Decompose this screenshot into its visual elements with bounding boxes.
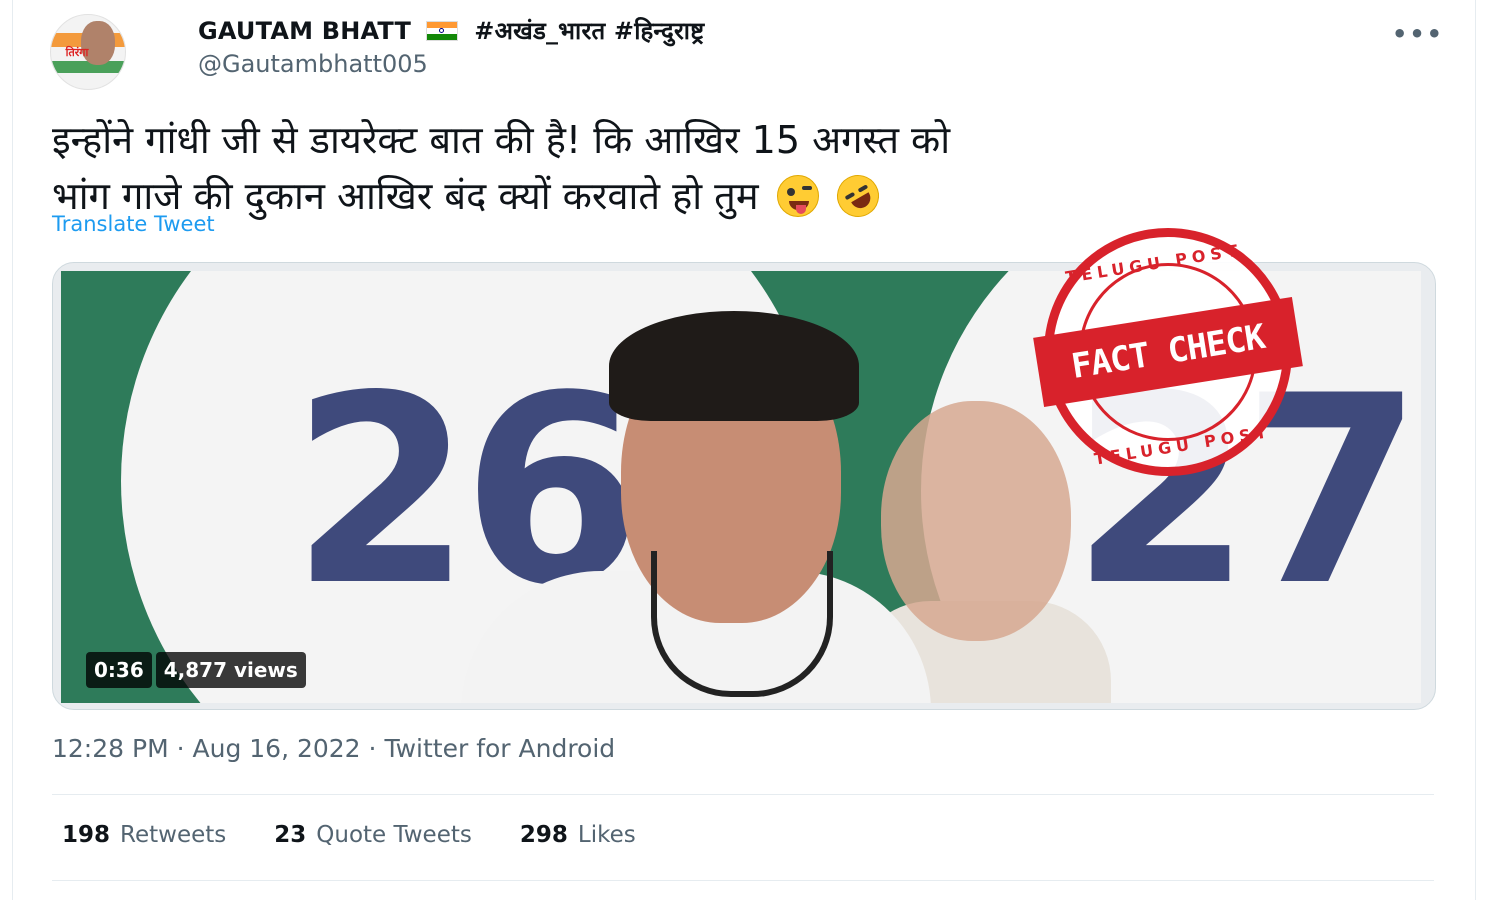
author-name-line[interactable]: GAUTAM BHATT #अखंड_भारत #हिन्दुराष्ट्र — [198, 14, 704, 47]
microphone-cable — [651, 551, 833, 697]
likes-label: Likes — [577, 822, 636, 848]
more-options-icon[interactable]: ••• — [1392, 20, 1444, 48]
translate-tweet-link[interactable]: Translate Tweet — [52, 212, 215, 236]
rolling-on-floor-laughing-icon — [829, 167, 887, 225]
avatar[interactable]: तिरंगा — [50, 14, 126, 90]
quotes-label: Quote Tweets — [316, 822, 472, 848]
tweet-source[interactable]: Twitter for Android — [384, 734, 615, 763]
likes-count: 298 — [519, 822, 568, 848]
meta-separator: · — [368, 734, 377, 763]
retweets-stat[interactable]: 198 Retweets — [62, 822, 226, 848]
avatar-green-band — [51, 61, 125, 73]
tweet-text-line-1: इन्होंने गांधी जी से डायरेक्ट बात की है!… — [52, 118, 951, 162]
divider — [52, 794, 1434, 795]
tweet-meta: 12:28 PM · Aug 16, 2022 · Twitter for An… — [52, 734, 615, 763]
video-views: 4,877 views — [155, 652, 306, 688]
video-info-badge: 0:36 4,877 views — [86, 652, 306, 688]
tweet-date[interactable]: Aug 16, 2022 — [193, 734, 361, 763]
tweet-text: इन्होंने गांधी जी से डायरेक्ट बात की है!… — [52, 112, 1432, 225]
divider — [52, 880, 1434, 881]
tweet-stats: 198 Retweets 23 Quote Tweets 298 Likes — [62, 822, 636, 848]
tweet-time[interactable]: 12:28 PM — [52, 734, 169, 763]
meta-separator: · — [176, 734, 185, 763]
avatar-logo-text: तिरंगा — [65, 46, 89, 59]
background-person — [881, 401, 1071, 641]
quote-tweets-stat[interactable]: 23 Quote Tweets — [274, 822, 472, 848]
tweet-text-line-2: भांग गाजे की दुकान आखिर बंद क्यों करवाते… — [52, 167, 1432, 225]
speaker-hair — [609, 311, 859, 421]
retweets-label: Retweets — [120, 822, 227, 848]
india-flag-icon — [425, 21, 458, 41]
retweets-count: 198 — [62, 822, 111, 848]
likes-stat[interactable]: 298 Likes — [520, 822, 636, 848]
author-hashtags: #अखंड_भारत #हिन्दुराष्ट्र — [474, 17, 705, 45]
quotes-count: 23 — [274, 822, 307, 848]
video-duration: 0:36 — [86, 652, 152, 688]
author-handle[interactable]: @Gautambhatt005 — [198, 50, 428, 78]
author-display-name[interactable]: GAUTAM BHATT — [198, 17, 411, 45]
winking-face-with-tongue-icon — [776, 175, 819, 217]
